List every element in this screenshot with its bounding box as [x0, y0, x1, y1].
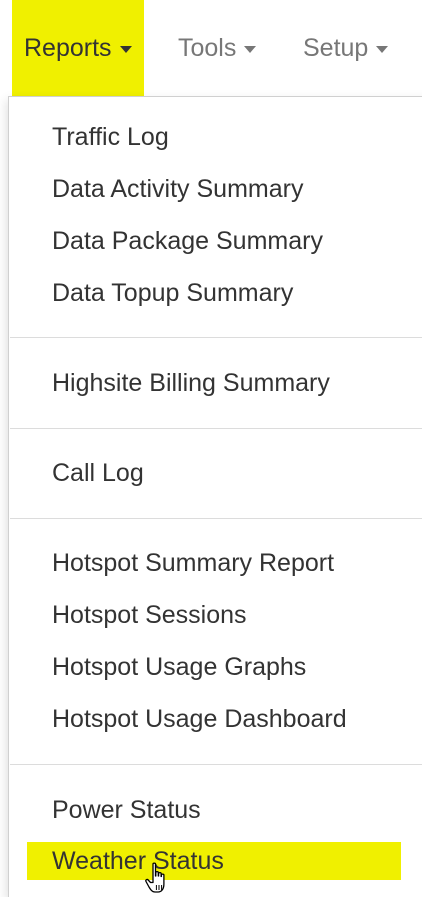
- menu-item-label: Data Activity Summary: [52, 174, 304, 203]
- nav-reports[interactable]: Reports: [12, 0, 144, 96]
- menu-divider: [10, 337, 422, 338]
- caret-down-icon: [244, 46, 257, 53]
- menu-item-label: Traffic Log: [52, 122, 169, 151]
- menu-item-call-log[interactable]: Call Log: [10, 450, 422, 496]
- menu-item-data-topup-summary[interactable]: Data Topup Summary: [10, 270, 422, 316]
- menu-divider: [10, 518, 422, 519]
- nav-tools[interactable]: Tools: [178, 0, 257, 96]
- nav-tools-label: Tools: [178, 33, 237, 62]
- menu-item-weather-status[interactable]: Weather Status: [27, 842, 401, 880]
- nav-setup[interactable]: Setup: [303, 0, 389, 96]
- menu-item-hotspot-summary-report[interactable]: Hotspot Summary Report: [10, 540, 422, 586]
- menu-item-hotspot-sessions[interactable]: Hotspot Sessions: [10, 592, 422, 638]
- menu-item-data-activity-summary[interactable]: Data Activity Summary: [10, 166, 422, 212]
- caret-down-icon: [119, 46, 132, 53]
- navbar: Reports Tools Setup: [0, 0, 422, 96]
- menu-item-label: Hotspot Usage Graphs: [52, 652, 307, 681]
- menu-item-power-status[interactable]: Power Status: [10, 787, 422, 833]
- menu-item-label: Power Status: [52, 795, 201, 824]
- menu-item-label: Hotspot Sessions: [52, 600, 247, 629]
- menu-item-highsite-billing-summary[interactable]: Highsite Billing Summary: [10, 360, 422, 406]
- nav-setup-label: Setup: [303, 33, 369, 62]
- menu-divider: [10, 428, 422, 429]
- menu-divider: [10, 764, 422, 765]
- menu-item-label: Data Package Summary: [52, 226, 323, 255]
- menu-item-traffic-log[interactable]: Traffic Log: [10, 114, 422, 160]
- menu-item-hotspot-usage-dashboard[interactable]: Hotspot Usage Dashboard: [10, 696, 422, 742]
- menu-item-label: Hotspot Summary Report: [52, 548, 335, 577]
- menu-item-label: Data Topup Summary: [52, 278, 294, 307]
- reports-dropdown-menu: Traffic Log Data Activity Summary Data P…: [8, 96, 422, 897]
- menu-item-label: Call Log: [52, 458, 144, 487]
- nav-reports-label: Reports: [24, 33, 112, 62]
- menu-item-data-package-summary[interactable]: Data Package Summary: [10, 218, 422, 264]
- menu-item-label: Hotspot Usage Dashboard: [52, 704, 347, 733]
- caret-down-icon: [376, 46, 389, 53]
- menu-item-label: Highsite Billing Summary: [52, 368, 330, 397]
- menu-item-label: Weather Status: [52, 846, 224, 875]
- hand-pointer-icon: [145, 862, 165, 893]
- menu-item-hotspot-usage-graphs[interactable]: Hotspot Usage Graphs: [10, 644, 422, 690]
